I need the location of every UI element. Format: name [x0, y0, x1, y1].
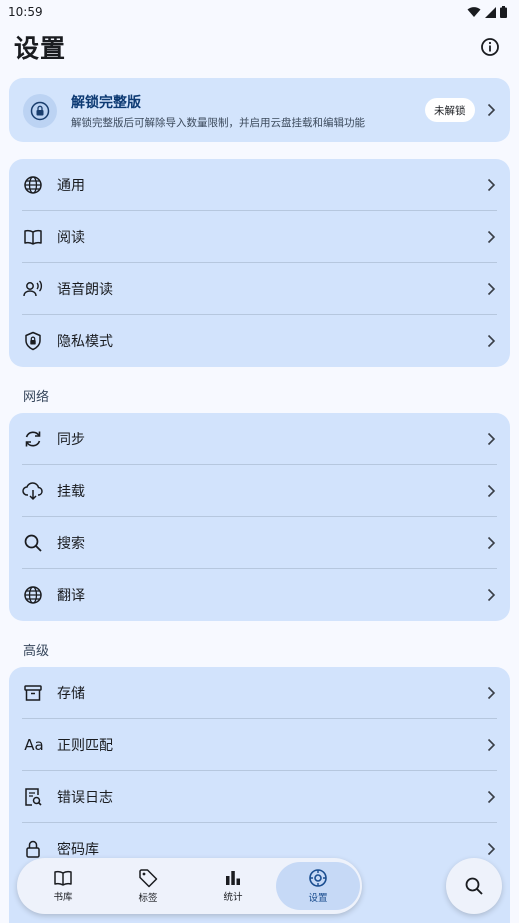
- archive-icon: [22, 682, 44, 704]
- status-time: 10:59: [8, 5, 43, 19]
- settings-item-label: 搜索: [57, 536, 85, 552]
- settings-item-storage[interactable]: 存储: [9, 667, 510, 719]
- nav-item-stats[interactable]: 统计: [191, 862, 275, 910]
- chevron-right-icon: [487, 334, 496, 348]
- network-settings-group: 同步 挂载 搜索 翻译: [9, 413, 510, 621]
- page-title: 设置: [14, 34, 67, 63]
- settings-item-label: 翻译: [57, 588, 85, 604]
- cloud-download-icon: [22, 480, 44, 502]
- globe-icon: [22, 584, 44, 606]
- shield-lock-icon: [22, 330, 44, 352]
- settings-item-label: 同步: [57, 432, 85, 448]
- nav-item-library[interactable]: 书库: [21, 862, 105, 910]
- nav-label: 书库: [53, 892, 73, 903]
- section-title-network: 网络: [23, 390, 50, 405]
- settings-item-general[interactable]: 通用: [9, 159, 510, 211]
- nav-label: 设置: [308, 893, 328, 904]
- status-bar: 10:59: [0, 0, 519, 24]
- settings-item-tts[interactable]: 语音朗读: [9, 263, 510, 315]
- settings-item-label: 语音朗读: [57, 282, 113, 298]
- settings-item-label: 正则匹配: [57, 738, 113, 754]
- sync-icon: [22, 428, 44, 450]
- general-settings-group: 通用 阅读 语音朗读 隐私模式: [9, 159, 510, 367]
- settings-item-label: 通用: [57, 178, 85, 194]
- chevron-right-icon: [487, 103, 496, 117]
- battery-icon: [500, 6, 507, 18]
- chevron-right-icon: [487, 230, 496, 244]
- nav-label: 标签: [138, 893, 158, 904]
- log-search-icon: [22, 786, 44, 808]
- book-icon: [54, 870, 72, 886]
- app-bar: 设置: [0, 24, 519, 70]
- settings-item-search[interactable]: 搜索: [9, 517, 510, 569]
- chevron-right-icon: [487, 842, 496, 856]
- voice-icon: [22, 278, 44, 300]
- wifi-icon: [467, 7, 481, 17]
- settings-item-mount[interactable]: 挂载: [9, 465, 510, 517]
- settings-icon: [309, 869, 327, 887]
- info-button[interactable]: [475, 32, 505, 62]
- lock-icon: [22, 838, 44, 860]
- unlock-full-version-card[interactable]: 解锁完整版 解锁完整版后可解除导入数量限制，并启用云盘挂载和编辑功能 未解锁: [9, 78, 510, 142]
- settings-item-regex[interactable]: Aa 正则匹配: [9, 719, 510, 771]
- info-icon: [481, 38, 499, 56]
- settings-item-label: 存储: [57, 686, 85, 702]
- settings-item-label: 错误日志: [57, 790, 113, 806]
- chevron-right-icon: [487, 738, 496, 752]
- settings-item-privacy[interactable]: 隐私模式: [9, 315, 510, 367]
- book-open-icon: [22, 226, 44, 248]
- search-icon: [22, 532, 44, 554]
- bar-chart-icon: [226, 871, 240, 885]
- unlock-title: 解锁完整版: [71, 95, 141, 111]
- chevron-right-icon: [487, 686, 496, 700]
- tag-icon: [139, 869, 158, 888]
- unlock-status-badge: 未解锁: [425, 98, 475, 122]
- settings-item-error-log[interactable]: 错误日志: [9, 771, 510, 823]
- chevron-right-icon: [487, 282, 496, 296]
- settings-item-label: 挂载: [57, 484, 85, 500]
- nav-item-settings[interactable]: 设置: [276, 862, 360, 910]
- text-aa-icon: Aa: [24, 736, 44, 754]
- section-title-advanced: 高级: [23, 644, 50, 659]
- settings-item-label: 阅读: [57, 230, 85, 246]
- settings-item-label: 密码库: [57, 842, 99, 858]
- chevron-right-icon: [487, 432, 496, 446]
- chevron-right-icon: [487, 588, 496, 602]
- chevron-right-icon: [487, 536, 496, 550]
- settings-item-label: 隐私模式: [57, 334, 113, 350]
- globe-icon: [22, 174, 44, 196]
- bottom-navigation: 书库 标签 统计 设置: [17, 858, 362, 914]
- lock-badge-icon: [23, 94, 57, 128]
- settings-item-sync[interactable]: 同步: [9, 413, 510, 465]
- nav-item-tags[interactable]: 标签: [106, 862, 190, 910]
- nav-label: 统计: [223, 892, 243, 903]
- search-fab-button[interactable]: [446, 858, 502, 914]
- status-icons: [467, 6, 507, 18]
- search-icon: [465, 877, 483, 895]
- chevron-right-icon: [487, 178, 496, 192]
- settings-item-reading[interactable]: 阅读: [9, 211, 510, 263]
- chevron-right-icon: [487, 790, 496, 804]
- chevron-right-icon: [487, 484, 496, 498]
- cellular-icon: [485, 6, 496, 18]
- settings-item-translate[interactable]: 翻译: [9, 569, 510, 621]
- unlock-description: 解锁完整版后可解除导入数量限制，并启用云盘挂载和编辑功能: [71, 117, 365, 129]
